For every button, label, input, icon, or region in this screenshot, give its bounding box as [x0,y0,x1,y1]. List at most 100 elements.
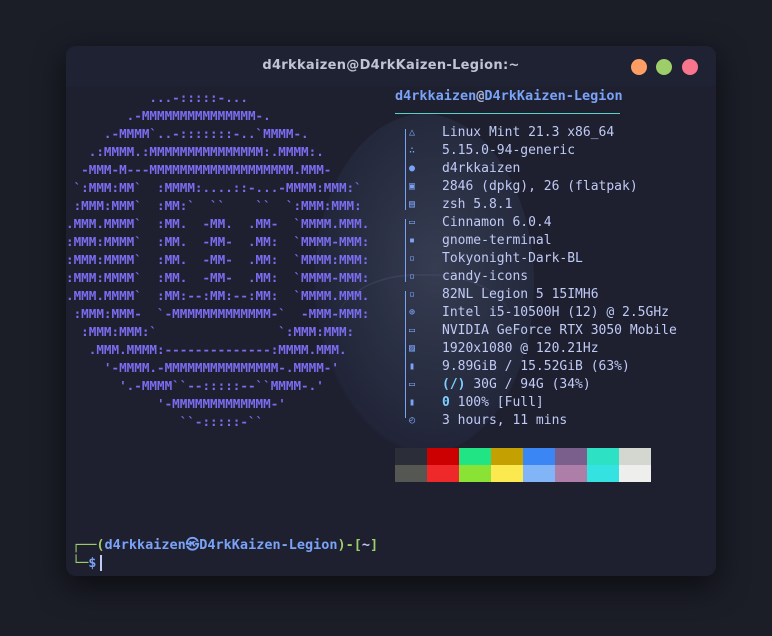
info-prefix: 0 [442,395,458,410]
ascii-line: .:MMMM.:MMMMMMMMMMMMMMM:.MMMM:. [66,144,324,159]
color-swatch [619,448,651,465]
ascii-line: :MMM:MMMM` :MM. -MM- .MM: `MMMM:MMM: [66,252,370,267]
icons-icon: ▫ [408,271,416,282]
shell-icon: ▤ [408,199,416,210]
distro-ascii-logo: ...-:::::-... .-MMMMMMMMMMMMMMM-. .-MMMM… [66,89,369,431]
info-value: 2846 (dpkg), 26 (flatpak) [442,178,638,196]
package-icon: ▣ [408,181,416,192]
ascii-line: .MMM.MMMM:--------------:MMMM.MMM. [66,342,347,357]
ascii-line: '-MMMMMMMMMMMMM-' [66,396,286,411]
color-swatch [491,465,523,482]
info-text: 2846 (dpkg), 26 (flatpak) [442,179,638,194]
info-text: NVIDIA GeForce RTX 3050 Mobile [442,323,677,338]
maximize-button[interactable] [656,59,672,75]
info-prefix: (/) [442,377,474,392]
info-text: Linux Mint 21.3 x86_64 [442,125,615,140]
text-cursor [100,555,103,571]
info-value: zsh 5.8.1 [442,196,512,214]
ascii-line: .MMM.MMMM` :MM:--:MM:--:MM: `MMMM.MMM. [66,288,370,303]
ascii-line: '.-MMMM``--:::::--``MMMM-.' [66,378,324,393]
info-value: NVIDIA GeForce RTX 3050 Mobile [442,322,677,340]
color-swatch [427,465,459,482]
info-text: 100% [Full] [457,395,544,410]
info-text: 82NL Legion 5 15IMH6 [442,287,599,302]
ascii-line: .-MMMM`..-:::::::-..`MMMM-. [66,126,309,141]
color-swatch [555,465,587,482]
info-value: Intel i5-10500H (12) @ 2.5GHz [442,304,669,322]
distro-icon: △ [408,127,416,138]
ascii-line: -MMM-M---MMMMMMMMMMMMMMMMMMM.MMM- [66,162,332,177]
info-value: 9.89GiB / 15.52GiB (63%) [442,358,630,376]
gpu-icon: ▭ [408,325,416,336]
info-value: Tokyonight-Dark-BL [442,250,583,268]
info-text: 9.89GiB / 15.52GiB (63%) [442,359,630,374]
minimize-button[interactable] [631,59,647,75]
info-host: D4rkKaizen-Legion [484,88,623,104]
color-swatch [587,465,619,482]
ascii-line: :MMM:MMMM` :MM. -MM- .MM: `MMMM-MMM: [66,270,370,285]
host-icon: ▫ [408,289,416,300]
de-icon: ▭ [408,217,416,228]
info-value: candy-icons [442,268,528,286]
info-value: Cinnamon 6.0.4 [442,214,552,232]
info-value: 82NL Legion 5 15IMH6 [442,286,599,304]
prompt-corner-top: ┌──( [72,537,105,553]
title-bar[interactable]: d4rkkaizen@D4rkKaizen-Legion:~ [66,46,716,86]
cpu-icon: ⊕ [408,307,416,318]
prompt-end: ] [370,537,379,553]
color-swatch [395,465,427,482]
ascii-line: :MMM:MMM` :MM:` `` `` `:MMM:MMM: [66,198,362,213]
user-icon: ● [408,163,416,174]
shell-prompt[interactable]: ┌──(d4rkkaizen㉿D4rkKaizen-Legion)-[~] └─… [72,536,378,572]
ascii-line: '-MMMM.-MMMMMMMMMMMMMMM-.MMMM-' [66,360,339,375]
info-text: 3 hours, 11 mins [442,413,568,428]
theme-icon: ▫ [408,253,416,264]
ascii-line: .MMM.MMMM` :MM. -MM. .MM- `MMMM.MMM. [66,216,370,231]
info-value: gnome-terminal [442,232,552,250]
info-value: 1920x1080 @ 120.21Hz [442,340,599,358]
info-text: 1920x1080 @ 120.21Hz [442,341,599,356]
window-title: d4rkkaizen@D4rkKaizen-Legion:~ [262,58,520,73]
ascii-line: :MMM:MMMM` :MM. -MM- .MM: `MMMM-MMM: [66,234,370,249]
ascii-line: :MMM:MMM:` `:MMM:MMM: [66,324,355,339]
color-swatch [491,448,523,465]
close-button[interactable] [682,59,698,75]
info-separator [395,113,620,114]
prompt-host: D4rkKaizen-Legion [199,537,338,553]
ascii-line: :MMM:MMM- `-MMMMMMMMMMMMM-` -MMM-MMM: [66,306,370,321]
ascii-line: .-MMMMMMMMMMMMMMM-. [66,108,271,123]
info-text: Cinnamon 6.0.4 [442,215,552,230]
info-hostname: d4rkkaizen@D4rkKaizen-Legion [395,88,623,104]
color-swatch [619,465,651,482]
terminal-window: d4rkkaizen@D4rkKaizen-Legion:~ ...-:::::… [66,46,716,576]
info-value: Linux Mint 21.3 x86_64 [442,124,614,142]
color-swatch [587,448,619,465]
info-text: Tokyonight-Dark-BL [442,251,583,266]
memory-icon: ▮ [408,361,416,372]
info-user: d4rkkaizen [395,88,477,104]
disk-icon: ▭ [408,379,416,390]
info-text: zsh 5.8.1 [442,197,513,212]
ascii-line: `:MMM:MM` :MMMM:....::-...-MMMM:MMM:` [66,180,362,195]
color-swatch [459,448,491,465]
color-swatch [459,465,491,482]
info-value: 0 100% [Full] [442,394,544,412]
prompt-mid: )-[ [337,537,362,553]
prompt-user: d4rkkaizen [104,537,186,553]
prompt-corner-bottom: └─ [72,555,89,571]
kernel-icon: ∴ [408,145,416,156]
info-text: Intel i5-10500H (12) @ 2.5GHz [442,305,669,320]
ascii-line: ``-:::::-`` [66,414,264,429]
color-swatch [427,448,459,465]
terminal-icon: ▪ [408,235,416,246]
info-value: 3 hours, 11 mins [442,412,567,430]
ascii-line: ...-:::::-... [66,90,248,105]
prompt-dollar: $ [88,555,97,571]
info-value: d4rkkaizen [442,160,520,178]
info-text: 30G / 94G (34%) [473,377,591,392]
color-swatch [555,448,587,465]
color-swatch [523,465,555,482]
info-text: 5.15.0-94-generic [442,143,576,158]
prompt-symbol: ㉿ [185,537,200,553]
prompt-path: ~ [361,537,370,553]
